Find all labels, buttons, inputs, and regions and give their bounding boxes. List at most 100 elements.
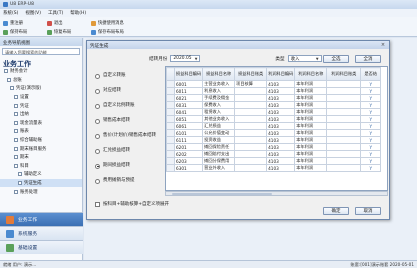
table-cell: 本年利润 xyxy=(294,101,328,109)
menu-system[interactable]: 系统(S) xyxy=(3,10,18,16)
transfer-type-option[interactable]: 自定义比例转账 xyxy=(95,103,165,118)
table-row[interactable]: 6001 主营业务收入 项目核算 4103 本年利润 Y xyxy=(166,80,382,88)
nav-basic-settings[interactable]: 基础设置 xyxy=(0,240,83,254)
table-row[interactable]: 6031 保费收入 4103 本年利润 Y xyxy=(166,101,382,109)
nav-tree-item[interactable]: 期末账目服务 xyxy=(0,144,82,153)
nav-tree-label: 设置 xyxy=(20,95,29,101)
nav-tree-item[interactable]: 现金流量表 xyxy=(0,119,82,128)
row-header-cell xyxy=(166,164,175,172)
transfer-type-option[interactable]: 费用摊销与预提 xyxy=(95,178,165,193)
transfer-type-option[interactable]: 自定义转账 xyxy=(95,73,165,88)
nav-tree-item[interactable]: 账表 xyxy=(0,127,82,136)
nav-tree-item[interactable]: 出纳 xyxy=(0,110,82,119)
ok-button[interactable]: 确定 xyxy=(323,207,349,215)
row-header-cell xyxy=(166,136,175,144)
chevron-down-icon: ▼ xyxy=(194,56,198,61)
quick-message-button[interactable]: 快捷使用消息 xyxy=(91,19,131,27)
radio-button[interactable] xyxy=(95,118,100,124)
nav-tree-item[interactable]: 辅助定义 xyxy=(0,170,82,179)
table-row[interactable]: 6041 租赁收入 4103 本年利润 Y xyxy=(166,108,382,116)
nav-tree-item[interactable]: 期末 xyxy=(0,153,82,162)
table-cell: 6011 xyxy=(173,87,204,95)
table-row[interactable]: 6203 摊回分保费用 4103 本年利润 Y xyxy=(166,157,382,165)
nav-search-input[interactable]: 请输入您要搜索的功能 xyxy=(2,48,80,55)
radio-button[interactable] xyxy=(95,178,100,184)
transfer-type-option[interactable]: 期间损益结转 xyxy=(95,163,165,178)
table-cell: 摊回赔付支出 xyxy=(202,150,236,158)
table-row[interactable]: 6021 手续费及佣金 4103 本年利润 Y xyxy=(166,94,382,102)
keep-layout-button[interactable]: 保持布局 xyxy=(3,28,43,36)
restore-layout-button[interactable]: 恢复布局 xyxy=(47,28,87,36)
exit-button[interactable]: 退出 xyxy=(47,19,87,27)
table-cell xyxy=(234,101,268,109)
nav-tree-label: 辅助定义 xyxy=(24,172,42,178)
grid-column-header[interactable]: 利润科目账类 xyxy=(326,67,362,81)
nav-tree-item[interactable]: 账务处理 xyxy=(0,187,82,196)
nav-tree-item[interactable]: 科目 xyxy=(0,162,82,171)
save-layout-button[interactable]: 保存布局布局 xyxy=(91,28,131,36)
select-all-button[interactable]: 全选 xyxy=(323,55,349,63)
nav-tree-item[interactable]: 综合辅助账 xyxy=(0,136,82,145)
close-icon[interactable]: × xyxy=(380,42,386,49)
grid-column-header[interactable]: 利润科目编码 xyxy=(266,67,296,81)
table-cell: 本年利润 xyxy=(294,108,328,116)
nav-tree-item[interactable]: 凭证 xyxy=(0,101,82,110)
table-row[interactable]: 6051 其他业务收入 4103 本年利润 Y xyxy=(166,115,382,123)
table-row[interactable]: 6301 营业外收入 4103 本年利润 Y xyxy=(166,164,382,172)
nav-business-work[interactable]: 业务工作 xyxy=(0,212,83,226)
table-cell: 本年利润 xyxy=(294,94,328,102)
period-select[interactable]: 2020.05 ▼ xyxy=(170,55,201,62)
tree-node-icon xyxy=(14,163,18,168)
nav-tree-label: 总账 xyxy=(13,77,22,83)
table-cell xyxy=(234,87,268,95)
nav-tree-item[interactable]: 凭证生成 xyxy=(0,178,82,188)
radio-button[interactable] xyxy=(95,73,100,79)
table-cell: 本年利润 xyxy=(294,122,328,130)
nav-tree-item[interactable]: 凭证(演示版) xyxy=(0,84,82,93)
grid-column-header[interactable]: 损益科目账类 xyxy=(234,67,268,81)
table-row[interactable]: 6111 投资收益 4103 本年利润 Y xyxy=(166,136,382,144)
radio-label: 售价(计划价)销售成本结转 xyxy=(103,133,157,138)
scrollbar-thumb[interactable] xyxy=(172,192,272,195)
grid-column-header[interactable]: 是否结 xyxy=(360,67,382,81)
horizontal-scrollbar[interactable] xyxy=(165,191,388,196)
table-cell: Y xyxy=(360,136,382,144)
nav-tree-item[interactable]: 总账 xyxy=(0,76,82,85)
table-row[interactable]: 6101 公允价值变动 4103 本年利润 Y xyxy=(166,129,382,137)
nav-tree-item[interactable]: 设置 xyxy=(0,93,82,102)
nav-tree-item[interactable]: 财务会计 xyxy=(0,67,82,76)
menu-tools[interactable]: 工具(T) xyxy=(48,10,63,16)
grid-column-header[interactable]: 损益科目编码 xyxy=(173,67,204,81)
transfer-type-option[interactable]: 汇兑损益结转 xyxy=(95,148,165,163)
message-icon xyxy=(91,20,96,26)
radio-button[interactable] xyxy=(95,88,100,94)
table-row[interactable]: 6011 利息收入 4103 本年利润 Y xyxy=(166,87,382,95)
grid-column-header[interactable] xyxy=(166,67,175,81)
grid-column-header[interactable]: 损益科目名称 xyxy=(202,67,236,81)
table-cell: 保费收入 xyxy=(202,101,236,109)
expand-checkbox[interactable] xyxy=(95,201,100,207)
type-select[interactable]: 收入 ▼ xyxy=(287,55,322,62)
row-header-cell xyxy=(166,87,175,95)
deselect-all-button[interactable]: 全消 xyxy=(355,55,381,63)
transfer-type-option[interactable]: 对应结转 xyxy=(95,88,165,103)
nav-system-service[interactable]: 系统服务 xyxy=(0,226,83,240)
radio-button[interactable] xyxy=(95,148,100,154)
radio-button[interactable] xyxy=(95,133,100,139)
expand-option[interactable]: 按科目+辅助核算+自定义项展开 xyxy=(95,201,169,207)
table-row[interactable]: 6201 摊回保险责任 4103 本年利润 Y xyxy=(166,143,382,151)
menu-help[interactable]: 帮助(H) xyxy=(70,10,86,16)
transfer-type-option[interactable]: 售价(计划价)销售成本结转 xyxy=(95,133,165,148)
reregister-button[interactable]: 重注册 xyxy=(3,19,43,27)
transfer-type-option[interactable]: 销售成本结转 xyxy=(95,118,165,133)
status-left: 就绪 用户: 演示... xyxy=(3,261,37,267)
table-row[interactable]: 6202 摊回赔付支出 4103 本年利润 Y xyxy=(166,150,382,158)
menu-view[interactable]: 视图(V) xyxy=(25,10,41,16)
table-row[interactable]: 6061 汇兑损益 4103 本年利润 Y xyxy=(166,122,382,130)
radio-button[interactable] xyxy=(95,163,100,169)
table-cell: 4103 xyxy=(266,80,296,88)
grid-column-header[interactable]: 利润科目名称 xyxy=(294,67,328,81)
cancel-button[interactable]: 取消 xyxy=(355,207,381,215)
radio-button[interactable] xyxy=(95,103,100,109)
table-cell: 租赁收入 xyxy=(202,108,236,116)
